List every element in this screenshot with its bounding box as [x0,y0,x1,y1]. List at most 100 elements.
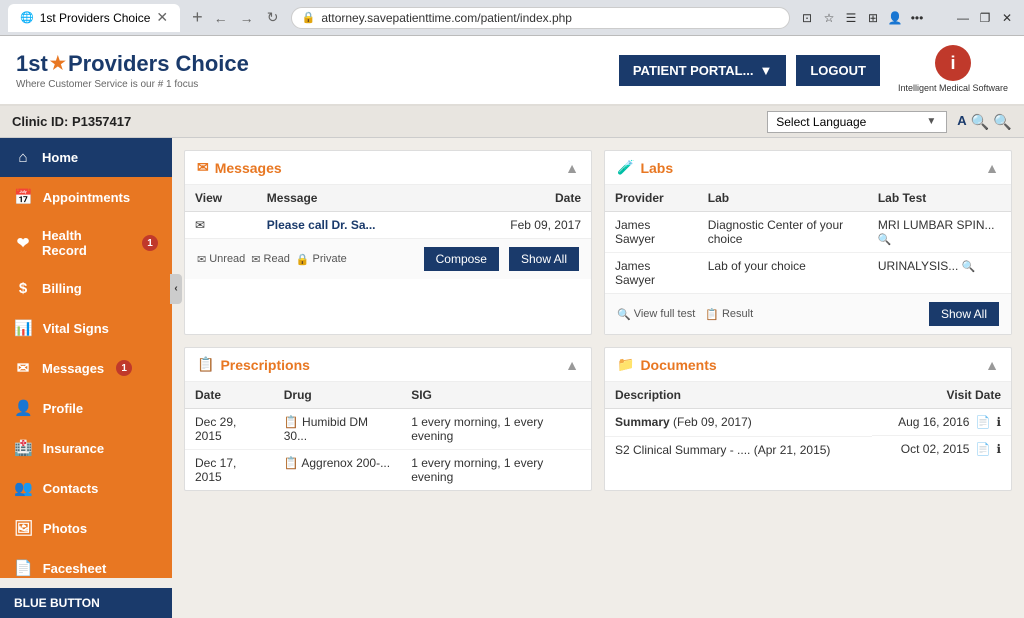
back-btn[interactable]: ← [211,8,231,28]
doc-info-icon-2[interactable]: ℹ [996,442,1001,456]
lang-area: Select Language ▼ A 🔍 🔍 [767,111,1012,133]
bookmark-icon[interactable]: ⊡ [798,9,816,27]
result-link[interactable]: 📋 Result [705,308,753,321]
sidebar-item-health-record[interactable]: ❤ Health Record 1 [0,217,172,269]
forward-btn[interactable]: → [237,8,257,28]
sidebar-item-contacts[interactable]: 👥 Contacts [0,468,172,508]
sidebar-collapse-btn[interactable]: ‹ [170,274,182,304]
labs-card-header: 🧪 Labs ▲ [605,151,1011,185]
patient-portal-chevron: ▼ [759,63,772,78]
labs-provider-2: James Sawyer [605,253,698,294]
contacts-icon: 👥 [14,479,33,497]
star-icon[interactable]: ☆ [820,9,838,27]
doc-info-icon-1[interactable]: ℹ [996,415,1001,429]
labs-card: 🧪 Labs ▲ Provider Lab Lab Test [604,150,1012,335]
labs-show-all-button[interactable]: Show All [929,302,999,326]
labs-lab-1: Diagnostic Center of your choice [698,212,868,253]
refresh-btn[interactable]: ↻ [263,8,283,28]
health-record-badge: 1 [142,235,158,251]
docs-desc-1: Summary (Feb 09, 2017) [605,409,872,437]
labs-col-provider: Provider [605,185,698,212]
browser-tab[interactable]: 🌐 1st Providers Choice ✕ [8,4,180,32]
table-row: Summary (Feb 09, 2017) Aug 16, 2016 📄ℹ [605,409,1011,437]
menu-icon[interactable]: ☰ [842,9,860,27]
more-icon[interactable]: ••• [908,9,926,27]
logo-area: 1st ★ Providers Choice Where Customer Se… [16,51,249,90]
docs-col-visit-date: Visit Date [872,382,1011,409]
heart-icon: ❤ [14,234,32,252]
chart-icon: 📊 [14,319,33,337]
labs-collapse-btn[interactable]: ▲ [985,160,999,176]
sidebar-item-vital-signs[interactable]: 📊 Vital Signs [0,308,172,348]
patient-portal-button[interactable]: PATIENT PORTAL... ▼ [619,55,786,86]
close-window-btn[interactable]: ✕ [998,9,1016,27]
sidebar-item-label: Vital Signs [43,321,109,336]
calendar-icon: 📅 [14,188,33,206]
language-select[interactable]: Select Language ▼ [767,111,947,133]
sidebar-item-label: Facesheet [43,561,107,576]
minimize-btn[interactable]: — [954,9,972,27]
search-icon-2[interactable]: 🔍 [993,113,1012,131]
restore-btn[interactable]: ❐ [976,9,994,27]
labs-footer-links: 🔍 View full test 📋 Result [617,308,753,321]
documents-card-title: 📁 Documents [617,356,717,373]
messages-title-icon: ✉ [197,159,209,176]
search-icon-1[interactable]: 🔍 [971,113,990,131]
sidebar-item-billing[interactable]: $ Billing ‹ [0,269,172,308]
table-row: Dec 29, 2015 📋 Humibid DM 30... 1 every … [185,409,591,450]
logo-star-icon: ★ [50,53,66,74]
labs-search-2[interactable]: 🔍 [962,261,976,273]
tools-icon[interactable]: ⊞ [864,9,882,27]
labs-card-footer: 🔍 View full test 📋 Result Show All [605,293,1011,334]
logout-button[interactable]: LOGOUT [796,55,880,86]
sidebar-item-home[interactable]: ⌂ Home [0,138,172,177]
messages-collapse-btn[interactable]: ▲ [565,160,579,176]
private-label: 🔒 Private [296,253,347,266]
prescriptions-card-title: 📋 Prescriptions [197,356,310,373]
prescriptions-collapse-btn[interactable]: ▲ [565,357,579,373]
logo-subtitle: Where Customer Service is our # 1 focus [16,79,249,90]
labs-search-1[interactable]: 🔍 [878,234,892,246]
labs-card-title: 🧪 Labs [617,159,673,176]
doc-view-icon-2[interactable]: 📄 [975,442,990,456]
sidebar: ⌂ Home 📅 Appointments ❤ Health Record 1 … [0,138,172,578]
view-full-test-link[interactable]: 🔍 View full test [617,308,695,321]
docs-date-2: Oct 02, 2015 📄ℹ [872,436,1011,462]
prescriptions-card-header: 📋 Prescriptions ▲ [185,348,591,382]
insurance-icon: 🏥 [14,439,33,457]
sidebar-item-messages[interactable]: ✉ Messages 1 [0,348,172,388]
messages-col-date: Date [453,185,591,212]
docs-col-description: Description [605,382,872,409]
compose-button[interactable]: Compose [424,247,499,271]
doc-view-icon-1[interactable]: 📄 [975,415,990,429]
messages-show-all-button[interactable]: Show All [509,247,579,271]
messages-row-subject[interactable]: Please call Dr. Sa... [257,212,453,239]
labs-test-1: MRI LUMBAR SPIN... 🔍 [868,212,1011,253]
sidebar-item-label: Appointments [43,190,130,205]
blue-button[interactable]: BLUE BUTTON [0,588,172,618]
sidebar-item-insurance[interactable]: 🏥 Insurance [0,428,172,468]
sidebar-item-label: Billing [42,281,82,296]
table-row: Dec 17, 2015 📋 Aggrenox 200-... 1 every … [185,450,591,491]
rx-drug-2: 📋 Aggrenox 200-... [274,450,401,491]
sidebar-item-photos[interactable]: 🖼 Photos [0,508,172,548]
main-layout: ⌂ Home 📅 Appointments ❤ Health Record 1 … [0,138,1024,578]
account-icon[interactable]: 👤 [886,9,904,27]
rx-col-date: Date [185,382,274,409]
messages-card-title: ✉ Messages [197,159,282,176]
chevron-down-icon: ▼ [926,116,936,127]
table-row: James Sawyer Diagnostic Center of your c… [605,212,1011,253]
sidebar-item-appointments[interactable]: 📅 Appointments [0,177,172,217]
new-tab-icon[interactable]: + [192,7,203,28]
labs-table: Provider Lab Lab Test James Sawyer Diagn… [605,185,1011,293]
url-text: attorney.savepatienttime.com/patient/ind… [321,11,572,25]
browser-right-buttons: ⊡ ☆ ☰ ⊞ 👤 ••• — ❐ ✕ [798,9,1016,27]
documents-collapse-btn[interactable]: ▲ [985,357,999,373]
documents-table: Description Visit Date Summary (Feb 09, … [605,382,1011,463]
tab-close-icon[interactable]: ✕ [156,9,168,26]
address-bar[interactable]: 🔒 attorney.savepatienttime.com/patient/i… [291,7,790,29]
font-resize-icon[interactable]: A [957,113,966,131]
sidebar-item-facesheet[interactable]: 📄 Facesheet [0,548,172,588]
sidebar-item-profile[interactable]: 👤 Profile [0,388,172,428]
header-right: PATIENT PORTAL... ▼ LOGOUT i Intelligent… [619,45,1008,95]
